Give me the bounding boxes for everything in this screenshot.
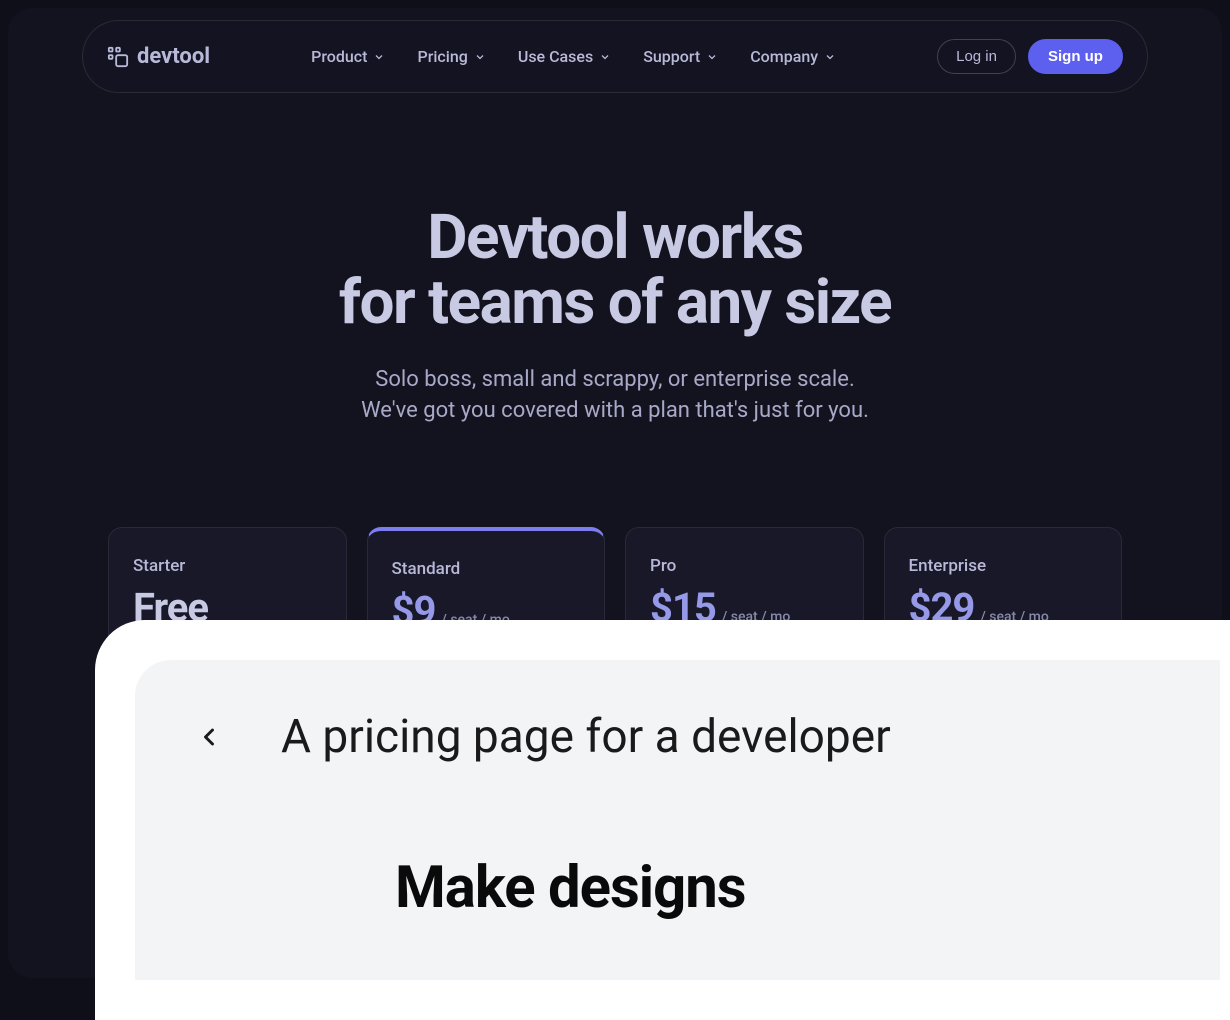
- title-line-1: Devtool works: [427, 201, 802, 274]
- back-icon[interactable]: [195, 723, 223, 751]
- nav-pricing[interactable]: Pricing: [417, 47, 485, 66]
- nav-label: Product: [311, 47, 367, 66]
- nav-label: Use Cases: [518, 47, 593, 66]
- plan-name: Starter: [133, 556, 322, 576]
- devtool-logo-icon: [107, 46, 129, 68]
- brand-logo[interactable]: devtool: [107, 44, 210, 69]
- hero-subtitle: Solo boss, small and scrappy, or enterpr…: [48, 365, 1182, 427]
- nav-company[interactable]: Company: [750, 47, 836, 66]
- signup-button[interactable]: Sign up: [1028, 39, 1123, 74]
- chevron-down-icon: [373, 51, 385, 63]
- page-title: Devtool works for teams of any size: [48, 205, 1182, 335]
- overlay-inner: A pricing page for a developer Make desi…: [135, 660, 1220, 980]
- nav-label: Pricing: [417, 47, 467, 66]
- chevron-down-icon: [599, 51, 611, 63]
- nav-label: Support: [643, 47, 700, 66]
- overlay-panel: A pricing page for a developer Make desi…: [95, 620, 1230, 1020]
- nav-support[interactable]: Support: [643, 47, 718, 66]
- overlay-title: A pricing page for a developer: [281, 710, 891, 764]
- navigation-bar: devtool Product Pricing Use Cases Suppor…: [82, 20, 1148, 93]
- chevron-down-icon: [824, 51, 836, 63]
- subtitle-line-2: We've got you covered with a plan that's…: [361, 398, 869, 423]
- brand-name: devtool: [137, 44, 210, 69]
- login-button[interactable]: Log in: [937, 39, 1016, 74]
- subtitle-line-1: Solo boss, small and scrappy, or enterpr…: [375, 367, 855, 392]
- plan-name: Enterprise: [909, 556, 1098, 576]
- nav-links-group: Product Pricing Use Cases Support Compan…: [311, 47, 836, 66]
- nav-label: Company: [750, 47, 818, 66]
- hero-section: Devtool works for teams of any size Solo…: [8, 105, 1222, 487]
- nav-use-cases[interactable]: Use Cases: [518, 47, 611, 66]
- title-line-2: for teams of any size: [339, 266, 891, 339]
- chevron-down-icon: [474, 51, 486, 63]
- plan-name: Pro: [650, 556, 839, 576]
- plan-name: Standard: [392, 559, 581, 579]
- nav-product[interactable]: Product: [311, 47, 385, 66]
- overlay-heading: Make designs: [395, 854, 1160, 922]
- chevron-down-icon: [706, 51, 718, 63]
- nav-actions-group: Log in Sign up: [937, 39, 1123, 74]
- overlay-header: A pricing page for a developer: [195, 710, 1160, 764]
